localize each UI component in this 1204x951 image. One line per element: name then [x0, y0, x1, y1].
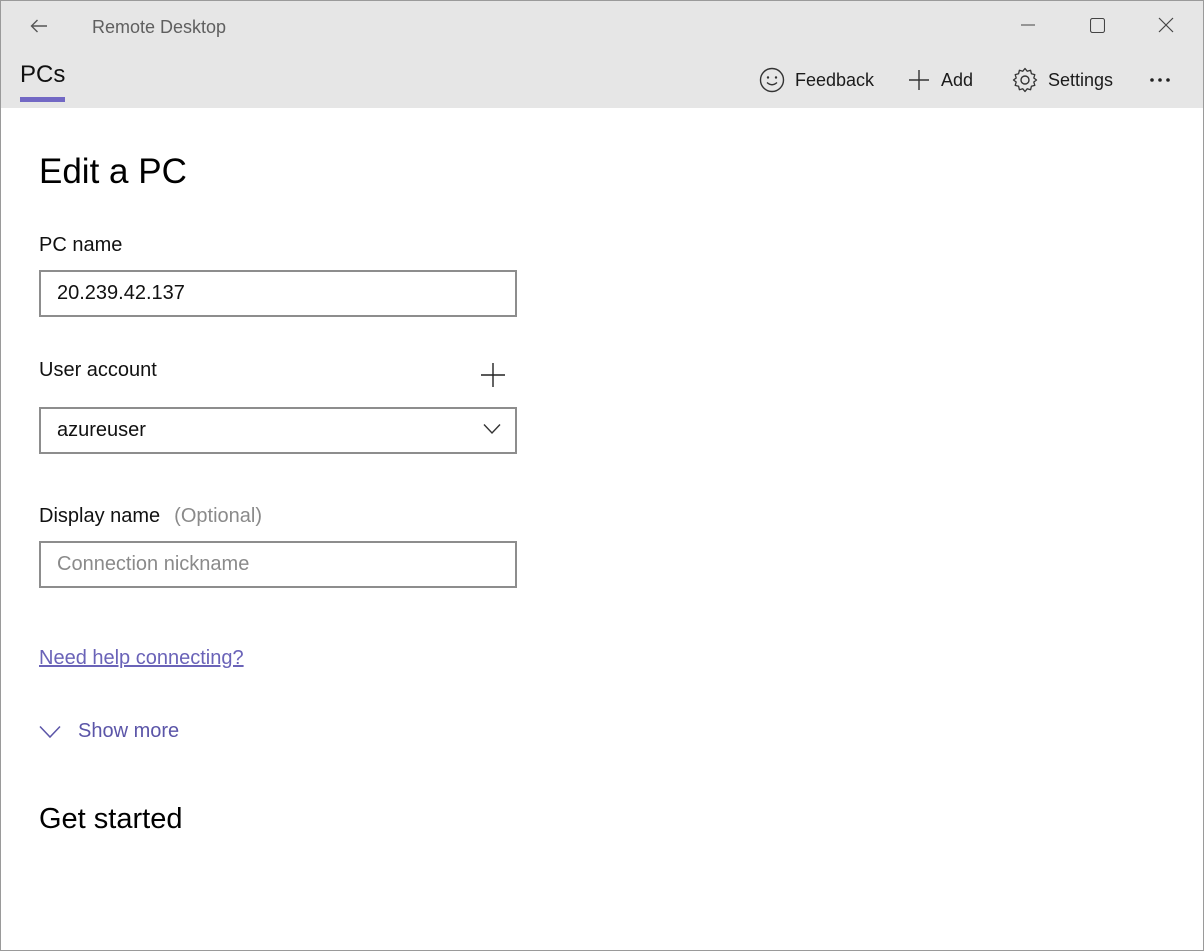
title-bar: Remote Desktop [1, 1, 1203, 51]
page-title: Edit a PC [39, 152, 187, 191]
pc-name-field[interactable] [39, 270, 517, 317]
minimize-icon [1021, 24, 1035, 26]
minimize-button[interactable] [994, 1, 1062, 49]
arrow-left-icon [30, 19, 47, 33]
window-title: Remote Desktop [92, 17, 227, 37]
help-connecting-link[interactable]: Need help connecting? [39, 647, 244, 670]
display-name-input[interactable] [41, 543, 497, 586]
maximize-button[interactable] [1063, 1, 1131, 49]
add-button[interactable]: Add [907, 65, 973, 95]
plus-icon [481, 363, 505, 387]
close-icon [1158, 17, 1174, 33]
back-button[interactable] [21, 9, 57, 43]
gear-icon [1012, 67, 1038, 93]
nav-bar: PCs Feedback Add Settings [1, 51, 1203, 108]
settings-label: Settings [1048, 69, 1114, 90]
settings-button[interactable]: Settings [1012, 65, 1113, 95]
pc-name-input[interactable] [41, 272, 497, 315]
user-account-dropdown[interactable]: azureuser [39, 407, 517, 454]
show-more-toggle[interactable]: Show more [39, 720, 179, 743]
add-user-account-button[interactable] [479, 361, 507, 389]
tab-pcs[interactable]: PCs [20, 61, 65, 89]
display-name-label-text: Display name [39, 505, 161, 527]
tab-selected-indicator [20, 97, 65, 102]
chevron-down-icon [39, 725, 61, 738]
plus-icon [909, 70, 929, 90]
smiley-icon [759, 67, 785, 93]
more-options-button[interactable] [1149, 65, 1181, 95]
pc-name-label: PC name [39, 234, 123, 256]
chevron-down-icon [483, 424, 501, 435]
ellipsis-icon [1150, 78, 1170, 82]
maximize-icon [1089, 17, 1105, 33]
close-button[interactable] [1132, 1, 1200, 49]
add-label: Add [941, 69, 974, 90]
display-name-label: Display name (Optional) [39, 505, 262, 528]
user-account-selected: azureuser [57, 419, 146, 441]
feedback-label: Feedback [795, 69, 875, 90]
show-more-label: Show more [78, 720, 180, 742]
window-chrome: Remote Desktop PCs Feedback Add Settings [1, 1, 1203, 108]
feedback-button[interactable]: Feedback [759, 65, 874, 95]
app-window: Remote Desktop PCs Feedback Add Settings… [0, 0, 1204, 951]
get-started-heading: Get started [39, 803, 183, 835]
display-name-field[interactable] [39, 541, 517, 588]
user-account-label: User account [39, 359, 157, 381]
optional-hint: (Optional) [174, 505, 262, 527]
